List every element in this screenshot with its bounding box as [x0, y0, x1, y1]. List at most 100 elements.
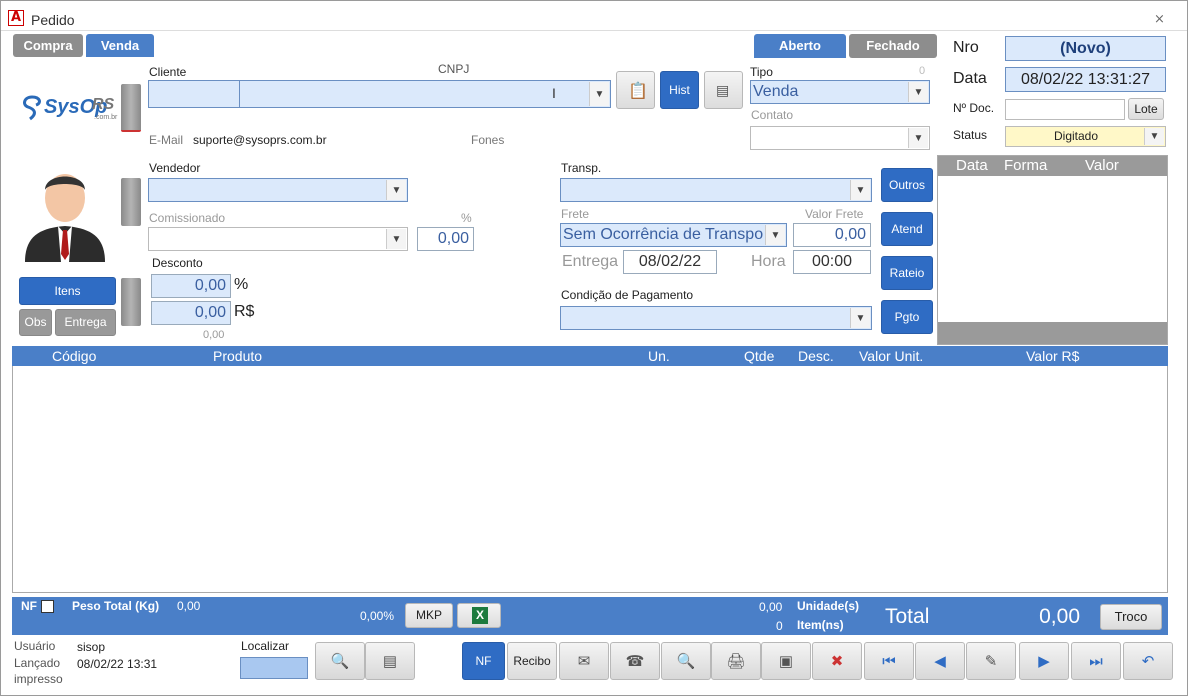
frete-select[interactable]: Sem Ocorrência de Transpo ▼: [560, 223, 787, 247]
search-doc-button[interactable]: 🔍: [315, 642, 365, 680]
excel-button[interactable]: X: [457, 603, 501, 628]
next-icon: ▶: [1038, 653, 1050, 670]
pay-col-data: Data: [956, 157, 988, 174]
tipo-select[interactable]: Venda ▼: [750, 80, 930, 104]
tab-compra[interactable]: Compra: [13, 34, 83, 57]
mkp-button[interactable]: MKP: [405, 603, 453, 628]
tab-fechado[interactable]: Fechado: [849, 34, 937, 58]
rateio-button[interactable]: Rateio: [881, 256, 933, 290]
itens-grid[interactable]: [12, 346, 1168, 593]
printer-icon: 🖨: [726, 653, 746, 670]
clipboard-button[interactable]: 📋: [616, 71, 655, 109]
print-preview-icon: 🔍: [676, 653, 696, 670]
contato-select[interactable]: ▼: [750, 126, 930, 150]
usuario-value: sisop: [77, 640, 106, 654]
cliente-label: Cliente: [149, 65, 187, 79]
new-record-button[interactable]: ▣: [761, 642, 811, 680]
hist-button[interactable]: Hist: [660, 71, 699, 109]
status-select[interactable]: Digitado ▼: [1005, 126, 1166, 147]
total-label: Total: [885, 605, 930, 628]
transp-select[interactable]: ▼: [560, 178, 872, 202]
desconto-handle[interactable]: [121, 278, 141, 326]
chevron-down-icon[interactable]: ▼: [386, 229, 406, 249]
col-produto[interactable]: Produto: [213, 348, 262, 364]
col-desc[interactable]: Desc.: [798, 348, 834, 364]
col-valor-unit[interactable]: Valor Unit.: [859, 348, 923, 364]
valor-frete-label: Valor Frete: [805, 207, 864, 221]
vendedor-select[interactable]: ▼: [148, 178, 408, 202]
col-un[interactable]: Un.: [648, 348, 670, 364]
close-icon[interactable]: ⨯: [1154, 11, 1165, 27]
outros-button[interactable]: Outros: [881, 168, 933, 202]
transp-label: Transp.: [561, 161, 602, 175]
card-icon: ▤: [382, 653, 398, 670]
logo-swirl-icon: [23, 95, 41, 121]
first-record-button[interactable]: ⏮: [864, 642, 914, 680]
localizar-input[interactable]: [240, 657, 308, 679]
nf-checkbox-label: NF: [21, 599, 37, 613]
desconto-pct-input[interactable]: 0,00: [151, 274, 231, 298]
chevron-down-icon[interactable]: ▼: [850, 180, 870, 200]
email-button[interactable]: ✉: [559, 642, 609, 680]
doc-input[interactable]: [1005, 99, 1125, 120]
chevron-down-icon[interactable]: ▼: [850, 308, 870, 328]
entrega-input[interactable]: 08/02/22: [623, 250, 717, 274]
col-codigo[interactable]: Código: [52, 348, 96, 364]
print-button[interactable]: 🖨: [711, 642, 761, 680]
text-cursor-icon: I: [552, 85, 556, 101]
nf-checkbox[interactable]: [41, 600, 54, 613]
delete-button[interactable]: ✖: [812, 642, 862, 680]
data-label: Data: [953, 70, 987, 87]
hora-input[interactable]: 00:00: [793, 250, 871, 274]
cliente-handle[interactable]: [121, 84, 141, 132]
preview-button[interactable]: 🔍: [661, 642, 711, 680]
chevron-down-icon[interactable]: ▼: [908, 82, 928, 102]
card-button[interactable]: ▤: [704, 71, 743, 109]
pagamento-grid[interactable]: Data Forma Valor: [937, 155, 1168, 345]
cliente-input[interactable]: I ▼: [148, 80, 611, 108]
entrega-label: Entrega: [562, 253, 619, 270]
chevron-down-icon[interactable]: ▼: [1144, 128, 1164, 145]
undo-button[interactable]: ↶: [1123, 642, 1173, 680]
lote-button[interactable]: Lote: [1128, 98, 1164, 120]
cond-pagamento-select[interactable]: ▼: [560, 306, 872, 330]
col-qtde[interactable]: Qtde: [744, 348, 774, 364]
chevron-down-icon[interactable]: ▼: [765, 225, 785, 245]
itens-button[interactable]: Itens: [19, 277, 116, 305]
edit-button[interactable]: ✎: [966, 642, 1016, 680]
tab-venda[interactable]: Venda: [86, 34, 154, 57]
peso-label: Peso Total (Kg): [72, 599, 160, 613]
usuario-label: Usuário: [14, 639, 56, 653]
desconto-valor-input[interactable]: 0,00: [151, 301, 231, 325]
obs-button[interactable]: Obs: [19, 309, 52, 336]
next-record-button[interactable]: ▶: [1019, 642, 1069, 680]
prev-record-button[interactable]: ◀: [915, 642, 965, 680]
chevron-down-icon[interactable]: ▼: [908, 128, 928, 148]
comissao-pct-input[interactable]: 0,00: [417, 227, 474, 251]
lancado-value: 08/02/22 13:31: [77, 657, 158, 671]
nf-button[interactable]: NF: [462, 642, 505, 680]
cnpj-label: CNPJ: [438, 62, 470, 76]
col-valor[interactable]: Valor R$: [1026, 348, 1079, 364]
last-record-button[interactable]: ⏭: [1071, 642, 1121, 680]
pagamento-grid-header: Data Forma Valor: [938, 156, 1167, 176]
entrega-button[interactable]: Entrega: [55, 309, 116, 336]
recibo-button[interactable]: Recibo: [507, 642, 557, 680]
tab-aberto[interactable]: Aberto: [754, 34, 846, 58]
troco-button[interactable]: Troco: [1100, 604, 1162, 630]
card-view-button[interactable]: ▤: [365, 642, 415, 680]
valor-frete-input[interactable]: 0,00: [793, 223, 871, 247]
comissionado-select[interactable]: ▼: [148, 227, 408, 251]
chevron-down-icon[interactable]: ▼: [386, 180, 406, 200]
logo-suffix: RS: [92, 96, 115, 113]
nro-label: Nro: [953, 39, 979, 56]
vendedor-handle[interactable]: [121, 178, 141, 226]
first-icon: ⏮: [882, 652, 896, 670]
data-value: 08/02/22 13:31:27: [1005, 67, 1166, 92]
pgto-button[interactable]: Pgto: [881, 300, 933, 334]
chevron-down-icon[interactable]: ▼: [589, 82, 609, 106]
clipboard-icon: 📋: [628, 83, 648, 100]
phone-button[interactable]: ☎: [610, 642, 660, 680]
desconto-valor-unit: R$: [234, 303, 255, 320]
atend-button[interactable]: Atend: [881, 212, 933, 246]
